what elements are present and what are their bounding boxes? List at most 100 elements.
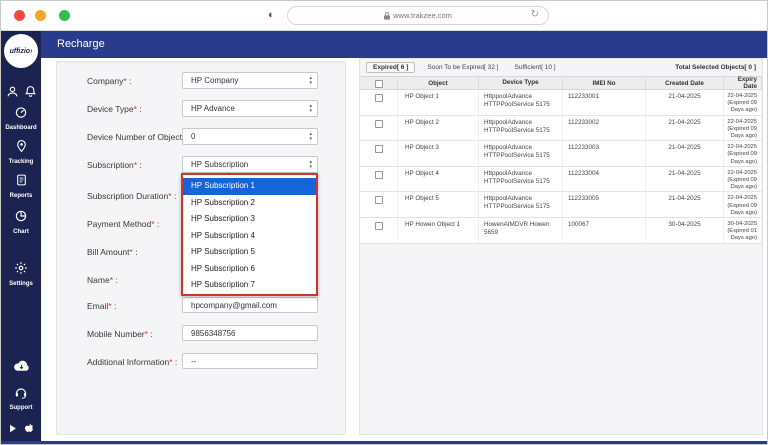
expiry-date-cell: 22-04-2025(Expired 09Days ago) (724, 167, 762, 192)
form-row-mobile-number: Mobile Number* : 9856348756 (87, 325, 319, 343)
url-text: www.trakzee.com (393, 11, 452, 20)
minimize-window-button[interactable] (35, 10, 46, 21)
dark-mode-icon[interactable]: ◐ (268, 9, 275, 22)
row-checkbox[interactable] (375, 222, 383, 230)
row-checkbox[interactable] (375, 145, 383, 153)
expiry-date-cell: 22-04-2025(Expired 09Days ago) (724, 90, 762, 115)
expiry-date-cell: 22-04-2025(Expired 09Days ago) (724, 116, 762, 141)
dropdown-option[interactable]: HP Subscription 3 (183, 211, 316, 228)
window-bottom-border (1, 441, 767, 444)
sidebar-item-dashboard[interactable]: Dashboard (1, 105, 41, 131)
sidebar-item-settings[interactable]: Settings (1, 261, 41, 287)
address-bar[interactable]: www.trakzee.com ↻ (287, 6, 549, 25)
dropdown-option[interactable]: HP Subscription 4 (183, 228, 316, 245)
form-row-device-number: Device Number of Object* : 0 ▴▾ (87, 128, 319, 146)
table-row: HP Object 4 HttppoolAdvanceHTTPPoolServi… (360, 167, 762, 193)
app-header: Recharge (1, 31, 767, 58)
user-icon[interactable] (6, 85, 19, 103)
sidebar-item-tracking[interactable]: Tracking (1, 139, 41, 165)
expiry-date-cell: 22-04-2025(Expired 09Days ago) (724, 192, 762, 217)
field-label: Email (87, 301, 108, 311)
field-label: Company (87, 76, 123, 86)
row-checkbox[interactable] (375, 196, 383, 204)
sidebar-item-label: Chart (1, 229, 41, 235)
lock-icon (384, 12, 390, 20)
apple-icon[interactable] (24, 421, 35, 439)
subscription-select[interactable]: HP Subscription ▴▾ (182, 156, 318, 173)
select-all-checkbox[interactable] (375, 80, 383, 88)
imei-cell: 112233001 (563, 90, 646, 115)
form-row-device-type: Device Type* : HP Advance ▴▾ (87, 100, 319, 118)
browser-chrome: ◐ www.trakzee.com ↻ (1, 1, 767, 31)
dropdown-option[interactable]: HP Subscription 2 (183, 195, 316, 212)
tab-sufficient[interactable]: Sufficient[ 10 ] (514, 64, 555, 71)
imei-cell: 100067 (563, 218, 646, 243)
dashboard-icon (14, 105, 28, 124)
sidebar-item-label: Dashboard (1, 125, 41, 131)
row-checkbox[interactable] (375, 120, 383, 128)
maximize-window-button[interactable] (59, 10, 70, 21)
tab-expired[interactable]: Expired[ 6 ] (366, 62, 415, 73)
dropdown-option[interactable]: HP Subscription 5 (183, 244, 316, 261)
device-number-select[interactable]: 0 ▴▾ (182, 128, 318, 145)
updown-stepper-icon: ▴▾ (309, 104, 312, 114)
refresh-icon[interactable]: ↻ (531, 9, 539, 20)
playstore-icon[interactable] (8, 421, 18, 439)
additional-information-field-value: -- (191, 357, 196, 366)
created-date-cell: 30-04-2025 (646, 218, 724, 243)
table-row: HP Object 3 HttppoolAdvanceHTTPPoolServi… (360, 141, 762, 167)
dropdown-option[interactable]: HP Subscription 1 (183, 178, 316, 195)
sidebar-item-label: Tracking (1, 159, 41, 165)
table-row: HP Object 1 HttppoolAdvanceHTTPPoolServi… (360, 90, 762, 116)
form-row-email: Email* : hpcompany@gmail.com (87, 297, 319, 315)
field-label: Mobile Number (87, 329, 145, 339)
company-select[interactable]: HP Company ▴▾ (182, 72, 318, 89)
sidebar-item-cloud-download[interactable] (1, 359, 41, 377)
app-logo[interactable]: uffizio› (4, 34, 38, 68)
page-title: Recharge (57, 31, 105, 58)
object-cell: HP Object 1 (398, 90, 479, 115)
updown-stepper-icon: ▴▾ (309, 160, 312, 170)
form-row-company: Company* : HP Company ▴▾ (87, 72, 319, 90)
imei-cell: 112233004 (563, 167, 646, 192)
row-checkbox[interactable] (375, 171, 383, 179)
column-header-expiry-date: Expiry Date (724, 77, 762, 89)
email-field[interactable]: hpcompany@gmail.com (182, 297, 318, 313)
sidebar: uffizio› Dashboard Tracking Rep (1, 31, 41, 444)
created-date-cell: 21-04-2025 (646, 192, 724, 217)
sidebar-item-label: Support (1, 405, 41, 411)
headset-icon (14, 386, 28, 404)
device-type-select-value: HP Advance (191, 104, 235, 113)
objects-table-panel: Expired[ 6 ] Soon To be Expired[ 32 ] Su… (359, 58, 763, 435)
created-date-cell: 21-04-2025 (646, 141, 724, 166)
cloud-download-icon (13, 359, 30, 377)
dropdown-option[interactable]: HP Subscription 6 (183, 261, 316, 278)
dropdown-option[interactable]: HP Subscription 7 (183, 277, 316, 294)
column-header-imei-no: IMEI No (563, 77, 646, 89)
close-window-button[interactable] (14, 10, 25, 21)
tracking-icon (15, 139, 28, 158)
mobile-number-field[interactable]: 9856348756 (182, 325, 318, 341)
field-label: Subscription (87, 160, 134, 170)
additional-information-field[interactable]: -- (182, 353, 318, 369)
row-checkbox[interactable] (375, 94, 383, 102)
created-date-cell: 21-04-2025 (646, 90, 724, 115)
sidebar-item-chart[interactable]: Chart (1, 209, 41, 235)
tab-soon-to-be-expired[interactable]: Soon To be Expired[ 32 ] (427, 64, 498, 71)
device-type-cell: HttppoolAdvanceHTTPPoolService 5175 (479, 167, 563, 192)
sidebar-item-support[interactable]: Support (1, 386, 41, 411)
device-type-select[interactable]: HP Advance ▴▾ (182, 100, 318, 117)
created-date-cell: 21-04-2025 (646, 167, 724, 192)
imei-cell: 112233003 (563, 141, 646, 166)
object-cell: HP Object 2 (398, 116, 479, 141)
reports-icon (15, 173, 28, 192)
device-type-cell: HttppoolAdvanceHTTPPoolService 5175 (479, 90, 563, 115)
field-label: Subscription Duration (87, 191, 168, 201)
sidebar-item-label: Settings (1, 281, 41, 287)
column-header-created-date: Created Date (646, 77, 724, 89)
sidebar-item-reports[interactable]: Reports (1, 173, 41, 199)
table-tab-bar: Expired[ 6 ] Soon To be Expired[ 32 ] Su… (360, 59, 762, 76)
form-row-additional-information: Additional Information* : -- (87, 353, 319, 371)
bell-icon[interactable] (24, 85, 37, 103)
device-type-cell: HttppoolAdvanceHTTPPoolService 5175 (479, 192, 563, 217)
